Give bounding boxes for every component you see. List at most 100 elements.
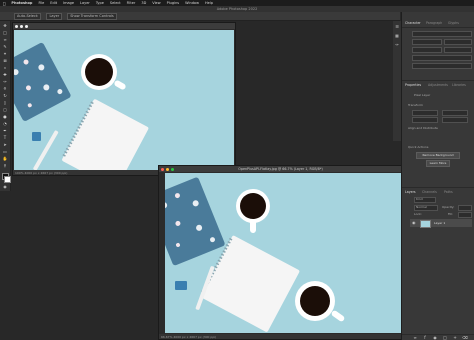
trash-icon[interactable]: ⌫ — [462, 335, 468, 340]
menu-plugins[interactable]: Plugins — [167, 1, 180, 5]
new-folder-icon[interactable]: □ — [442, 335, 448, 340]
show-transform-checkbox[interactable]: Show Transform Controls — [67, 12, 117, 20]
quick-actions-header[interactable]: Quick Actions — [408, 145, 428, 149]
right-panel-dock: Character Paragraph Glyphs Properties Ad… — [401, 12, 474, 340]
history-icon[interactable]: ☰ — [394, 24, 400, 29]
y-field[interactable] — [442, 117, 468, 123]
document-title: OpenPlusAPI-Flatlay.jpg @ 66.7% (Layer 1… — [238, 167, 323, 171]
tab-channels[interactable]: Channels — [422, 190, 437, 194]
history-brush-tool-icon[interactable]: ↻ — [2, 93, 8, 98]
learn-more-button[interactable]: Learn More — [426, 160, 450, 167]
tab-character[interactable]: Character — [405, 21, 421, 25]
document-status-text: 100% 4000 px x 2667 px (300 ppi) — [15, 171, 68, 175]
width-field[interactable] — [412, 110, 438, 116]
minimize-icon[interactable] — [20, 24, 23, 28]
menu-layer[interactable]: Layer — [80, 1, 90, 5]
tab-paragraph[interactable]: Paragraph — [426, 21, 442, 25]
document-status-bar: 66.67% 4000 px x 2667 px (300 ppi) — [159, 334, 402, 339]
swatches-icon[interactable]: ▦ — [394, 33, 400, 38]
tab-layers[interactable]: Layers — [405, 190, 416, 194]
tab-adjustments[interactable]: Adjustments — [428, 83, 448, 87]
new-layer-icon[interactable]: + — [452, 335, 458, 340]
close-icon[interactable] — [15, 24, 18, 28]
menu-edit[interactable]: Edit — [50, 1, 57, 5]
eyedropper-tool-icon[interactable]: ⁎ — [2, 65, 8, 70]
quick-mask-icon[interactable]: ◉ — [2, 184, 8, 189]
layer-row[interactable]: ◉ Layer 1 — [410, 219, 472, 228]
frame-tool-icon[interactable]: ⊠ — [2, 58, 8, 63]
pixel-layer-label: Pixel Layer — [414, 93, 431, 97]
app-title: Adobe Photoshop 2022 — [216, 7, 258, 11]
menu-image[interactable]: Image — [63, 1, 74, 5]
menu-photoshop[interactable]: Photoshop — [11, 1, 32, 5]
tab-properties[interactable]: Properties — [405, 83, 421, 87]
healing-tool-icon[interactable]: ✚ — [2, 72, 8, 77]
crop-tool-icon[interactable]: ⌖ — [2, 51, 8, 56]
menu-3d[interactable]: 3D — [141, 1, 146, 5]
fx-icon[interactable]: f — [422, 335, 428, 340]
document-status-text: 66.67% 4000 px x 2667 px (300 ppi) — [161, 335, 217, 339]
eye-icon[interactable]: ◉ — [412, 220, 416, 225]
layer-thumbnail — [420, 220, 431, 228]
tab-libraries[interactable]: Libraries — [452, 83, 466, 87]
x-field[interactable] — [412, 117, 438, 123]
blur-tool-icon[interactable]: ● — [2, 114, 8, 119]
quick-select-tool-icon[interactable]: ✎ — [2, 44, 8, 49]
shape-tool-icon[interactable]: ▭ — [2, 149, 8, 154]
path-select-tool-icon[interactable]: ➤ — [2, 142, 8, 147]
zoom-tool-icon[interactable]: ⚲ — [2, 163, 8, 168]
menu-type[interactable]: Type — [96, 1, 104, 5]
auto-select-label[interactable]: Auto-Select: — [14, 12, 42, 20]
color-field[interactable] — [412, 55, 472, 61]
opacity-field[interactable] — [458, 205, 472, 211]
mask-icon[interactable]: ◉ — [432, 335, 438, 340]
layer-name[interactable]: Layer 1 — [434, 221, 445, 225]
fill-field[interactable] — [458, 212, 472, 218]
brush-tool-icon[interactable]: ✑ — [2, 79, 8, 84]
document-window-front[interactable]: OpenPlusAPI-Flatlay.jpg @ 66.7% (Layer 1… — [158, 165, 403, 340]
font-family-field[interactable] — [412, 31, 472, 37]
leading-field[interactable] — [412, 47, 442, 53]
marquee-tool-icon[interactable]: □ — [2, 30, 8, 35]
layer-select-dropdown[interactable]: Layer — [46, 12, 63, 20]
link-layers-icon[interactable]: ∞ — [412, 335, 418, 340]
dodge-tool-icon[interactable]: ◔ — [2, 121, 8, 126]
menu-help[interactable]: Help — [205, 1, 213, 5]
menu-view[interactable]: View — [152, 1, 160, 5]
align-section-header[interactable]: Align and Distribute — [408, 126, 438, 130]
zoom-icon[interactable] — [25, 24, 28, 28]
type-tool-icon[interactable]: T — [2, 135, 8, 140]
pen-tool-icon[interactable]: ✒ — [2, 128, 8, 133]
options-bar: Auto-Select: Layer Show Transform Contro… — [0, 12, 400, 21]
collapsed-panels-strip: ☰ ▦ ✑ — [393, 21, 401, 141]
move-tool-icon[interactable]: ✥ — [2, 23, 8, 28]
menu-file[interactable]: File — [38, 1, 44, 5]
brushes-icon[interactable]: ✑ — [394, 42, 400, 47]
font-size-field[interactable] — [444, 39, 472, 45]
tab-paths[interactable]: Paths — [444, 190, 453, 194]
menu-window[interactable]: Window — [185, 1, 199, 5]
flatlay-photo — [14, 30, 234, 170]
baseline-field[interactable] — [412, 63, 472, 69]
menu-select[interactable]: Select — [110, 1, 121, 5]
font-style-field[interactable] — [412, 39, 442, 45]
layer-kind-label: Kind — [416, 197, 423, 201]
tab-glyphs[interactable]: Glyphs — [448, 21, 459, 25]
fill-label: Fill: — [448, 212, 454, 216]
eraser-tool-icon[interactable]: ▯ — [2, 100, 8, 105]
document-window-back[interactable]: 100% 4000 px x 2667 px (300 ppi) — [12, 22, 236, 176]
tracking-field[interactable] — [444, 47, 472, 53]
lasso-tool-icon[interactable]: ∞ — [2, 37, 8, 42]
canvas-image[interactable] — [165, 173, 401, 333]
hand-tool-icon[interactable]: ✋ — [2, 156, 8, 161]
menu-filter[interactable]: Filter — [127, 1, 136, 5]
gradient-tool-icon[interactable]: ▢ — [2, 107, 8, 112]
stamp-tool-icon[interactable]: ⍟ — [2, 86, 8, 91]
canvas-image[interactable] — [14, 30, 234, 170]
transform-section-header[interactable]: Transform — [408, 103, 423, 107]
lock-label: Lock: — [414, 212, 422, 216]
apple-icon[interactable]:  — [3, 1, 5, 6]
background-color-swatch[interactable] — [4, 176, 11, 183]
height-field[interactable] — [442, 110, 468, 116]
remove-background-button[interactable]: Remove Background — [416, 152, 460, 159]
